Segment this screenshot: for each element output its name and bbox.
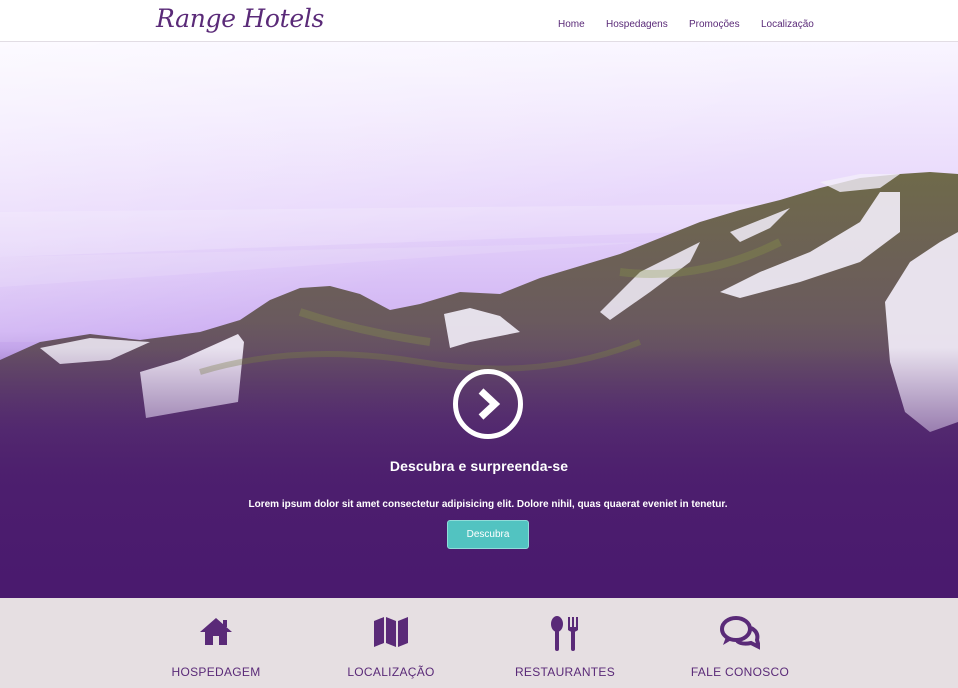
site-header: Range Hotels Home Hospedagens Promoções … (0, 0, 958, 42)
feature-fale-conosco[interactable]: FALE CONOSCO (680, 598, 800, 688)
nav-link-home[interactable]: Home (558, 19, 585, 30)
feature-restaurantes[interactable]: RESTAURANTES (505, 598, 625, 688)
site-logo[interactable]: Range Hotels (156, 4, 324, 33)
feature-label: FALE CONOSCO (690, 665, 790, 679)
feature-localizacao[interactable]: LOCALIZAÇÃO (331, 598, 451, 688)
feature-label: HOSPEDAGEM (171, 665, 261, 679)
nav-link-localizacao[interactable]: Localização (761, 19, 814, 30)
discover-arrow-button[interactable] (453, 369, 523, 439)
features-bar: HOSPEDAGEM LOCALIZAÇÃO RESTAURANTES FALE… (0, 598, 958, 688)
chat-bubbles-icon (720, 616, 760, 650)
nav-link-promocoes[interactable]: Promoções (689, 19, 740, 30)
nav-link-hospedagens[interactable]: Hospedagens (606, 19, 668, 30)
home-icon (200, 618, 232, 645)
hero-banner: Descubra e surpreenda-se Lorem ipsum dol… (0, 42, 958, 598)
map-icon (374, 617, 408, 647)
feature-label: LOCALIZAÇÃO (347, 665, 435, 679)
chevron-right-icon (478, 388, 501, 420)
mountain-background-image (0, 42, 958, 598)
feature-label: RESTAURANTES (514, 665, 616, 679)
cutlery-icon (551, 616, 578, 651)
hero-title: Descubra e surpreenda-se (389, 458, 569, 474)
discover-button[interactable]: Descubra (447, 520, 529, 549)
hero-description: Lorem ipsum dolor sit amet consectetur a… (248, 499, 728, 510)
feature-hospedagem[interactable]: HOSPEDAGEM (156, 598, 276, 688)
